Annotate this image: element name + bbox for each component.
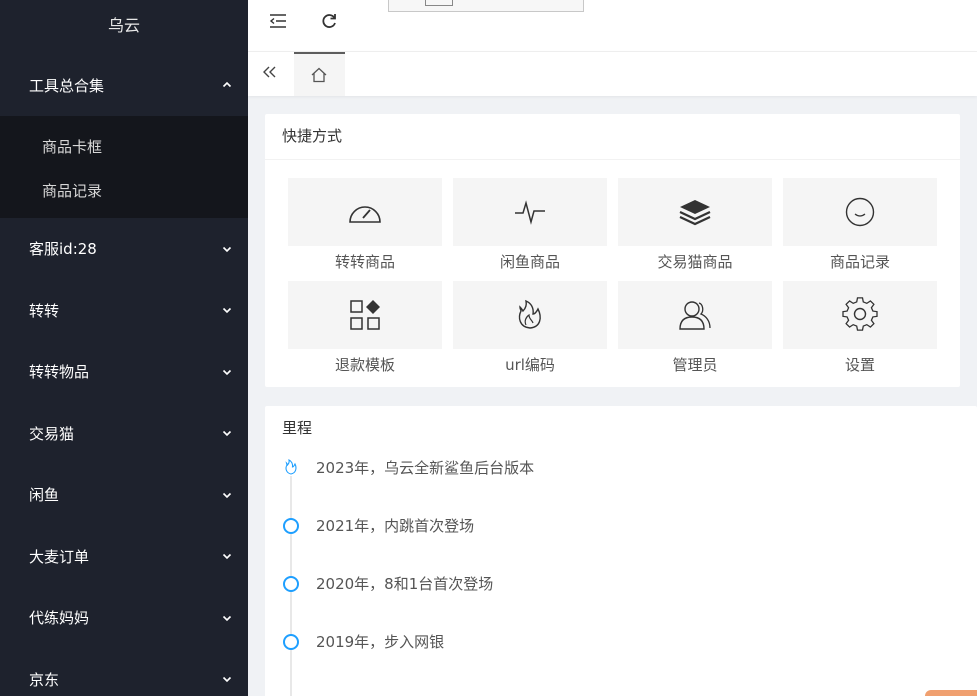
shortcut-label: 交易猫商品 [657,253,733,271]
shortcut-product-records[interactable]: 商品记录 [783,178,937,281]
top-bar [248,0,977,52]
sidebar-item-jd[interactable]: 京东 [0,649,248,696]
sidebar-item-dailian[interactable]: 代练妈妈 [0,587,248,649]
tabs-bar [248,52,977,96]
timeline-item: 2023年，乌云全新鲨鱼后台版本 [283,456,945,514]
sidebar-item-damai-orders[interactable]: 大麦订单 [0,526,248,588]
shortcut-label: 商品记录 [829,253,890,271]
sidebar-item-label: 京东 [29,670,60,689]
chevron-down-icon [222,305,232,315]
timeline-dot [283,634,299,650]
refresh-icon[interactable] [319,11,341,33]
shortcut-label: 设置 [844,356,875,374]
sidebar-subitem-product-frame[interactable]: 商品卡框 [0,124,248,168]
chevron-down-icon [222,551,232,561]
timeline-item: 2021年，内跳首次登场 [283,514,945,572]
sidebar-item-label: 闲鱼 [29,486,60,505]
shortcut-tile[interactable] [618,178,772,246]
apps-grid-icon [350,300,380,330]
sidebar-item-label: 转转物品 [29,363,90,382]
timeline-dot [283,518,299,534]
sidebar-item-label: 交易猫 [29,424,75,443]
chevron-down-icon [222,367,232,377]
shortcut-tile[interactable] [618,281,772,349]
shortcut-grid: 转转商品 闲鱼商品 交易猫商品 商品记录 退款模板 url编码 管理员 设置 [288,178,938,384]
sidebar-item-support-id[interactable]: 客服id:28 [0,218,248,280]
flame-icon [283,458,299,476]
main-content: 快捷方式 转转商品 闲鱼商品 交易猫商品 商品记录 退款模板 url编码 管理员… [248,96,977,696]
timeline-text: 2021年，内跳首次登场 [316,517,475,535]
floating-overlay [388,0,584,12]
corner-decoration [797,692,917,696]
sidebar-item-zhuanzhuan[interactable]: 转转 [0,280,248,342]
quick-access-title: 快捷方式 [265,114,960,160]
sidebar-item-label: 工具总合集 [29,76,105,95]
users-icon [679,301,711,330]
sidebar-submenu-tools: 商品卡框 商品记录 [0,116,248,218]
corner-tag [925,690,977,696]
smile-face-icon [845,197,875,227]
timeline-item: 2020年，8和1台首次登场 [283,572,945,630]
shortcut-tile[interactable] [783,178,937,246]
timeline-text: 2023年，乌云全新鲨鱼后台版本 [316,459,535,477]
shortcut-xianyu-goods[interactable]: 闲鱼商品 [453,178,607,281]
timeline-item: 2019年，步入网银 [283,630,945,688]
shortcut-jiaoyimao-goods[interactable]: 交易猫商品 [618,178,772,281]
shortcut-refund-template[interactable]: 退款模板 [288,281,442,384]
sidebar-item-label: 大麦订单 [29,547,90,566]
milestones-card: 里程 2023年，乌云全新鲨鱼后台版本 2021年，内跳首次登场 2020年，8… [265,406,977,696]
shortcut-admins[interactable]: 管理员 [618,281,772,384]
shortcut-tile[interactable] [783,281,937,349]
shortcut-settings[interactable]: 设置 [783,281,937,384]
floating-overlay-inner [425,0,453,6]
sidebar-item-label: 代练妈妈 [29,609,90,628]
sidebar-subitem-product-records[interactable]: 商品记录 [0,168,248,212]
chevron-down-icon [222,613,232,623]
sidebar: 乌云 工具总合集 商品卡框 商品记录 客服id:28 转转 转转物品 交易猫 闲… [0,0,248,696]
milestones-title: 里程 [282,419,313,437]
dashboard-gauge-icon [349,206,381,223]
chevron-down-icon [222,428,232,438]
chevron-up-icon [222,80,232,90]
app-logo: 乌云 [107,16,140,35]
layers-stack-icon [679,200,711,226]
timeline-dot [283,576,299,592]
quick-access-card: 快捷方式 转转商品 闲鱼商品 交易猫商品 商品记录 退款模板 url编码 管理员… [265,114,960,387]
chevron-down-icon [222,244,232,254]
tab-home[interactable] [294,52,345,96]
shortcut-label: 闲鱼商品 [499,253,560,271]
app-root: 乌云 工具总合集 商品卡框 商品记录 客服id:28 转转 转转物品 交易猫 闲… [0,0,977,696]
shortcut-label: url编码 [505,356,555,374]
sidebar-item-tools[interactable]: 工具总合集 [0,54,248,116]
shortcut-tile[interactable] [453,281,607,349]
shortcut-url-encode[interactable]: url编码 [453,281,607,384]
sidebar-item-zhuanzhuan-goods[interactable]: 转转物品 [0,341,248,403]
shortcut-tile[interactable] [288,178,442,246]
shortcut-label: 退款模板 [334,356,395,374]
timeline: 2023年，乌云全新鲨鱼后台版本 2021年，内跳首次登场 2020年，8和1台… [283,456,945,696]
shortcut-label: 转转商品 [334,253,395,271]
home-icon [311,67,327,83]
gear-icon [842,297,878,331]
double-chevron-left-icon[interactable] [260,62,282,84]
chevron-down-icon [222,490,232,500]
shortcut-zhuanzhuan-goods[interactable]: 转转商品 [288,178,442,281]
flame-icon [518,299,541,329]
sidebar-item-label: 转转 [29,301,60,320]
timeline-text: 2020年，8和1台首次登场 [316,575,494,593]
sidebar-item-label: 客服id:28 [29,240,97,259]
pulse-wave-icon [515,200,545,225]
sidebar-item-jiaoyimao[interactable]: 交易猫 [0,403,248,465]
chevron-down-icon [222,674,232,684]
shortcut-label: 管理员 [672,356,718,374]
shortcut-tile[interactable] [453,178,607,246]
shortcut-tile[interactable] [288,281,442,349]
menu-fold-icon[interactable] [268,11,290,33]
timeline-text: 2019年，步入网银 [316,633,445,651]
sidebar-item-xianyu[interactable]: 闲鱼 [0,464,248,526]
